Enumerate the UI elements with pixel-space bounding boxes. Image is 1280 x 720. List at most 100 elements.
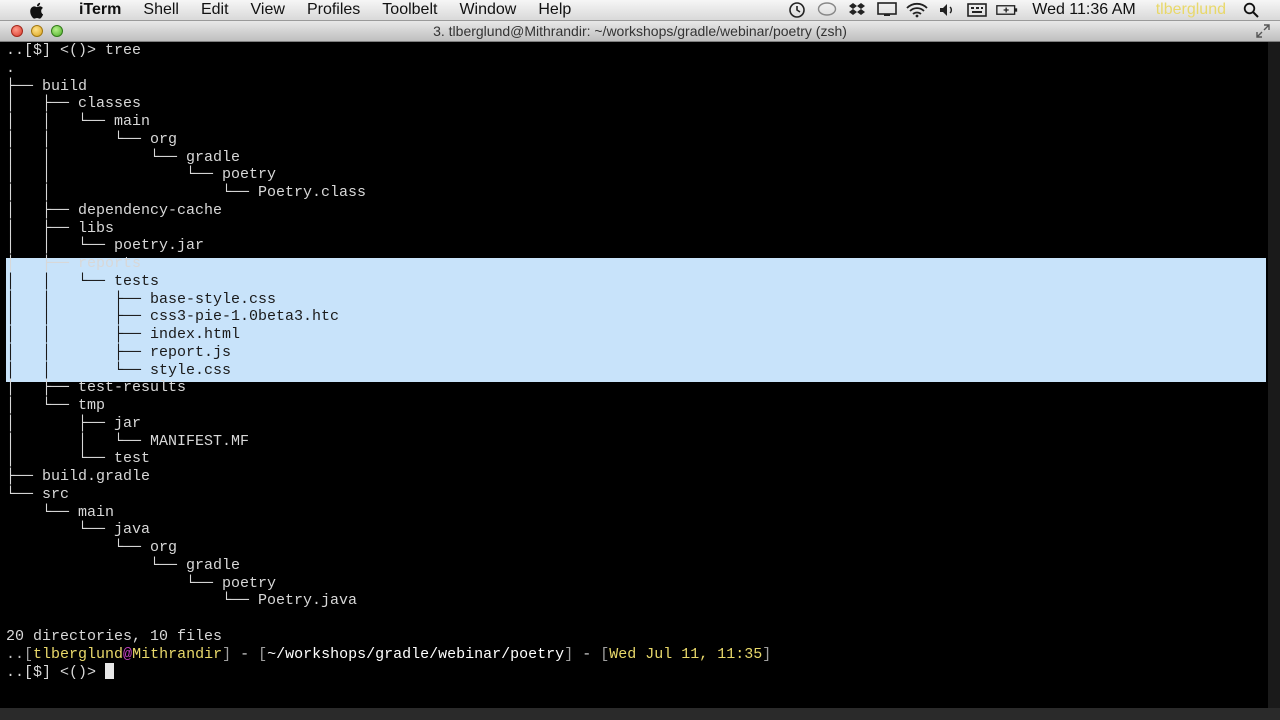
status-lead: .. [6,645,25,663]
tree-entry: │ │ └── style.css [6,361,232,379]
status-host: Mithrandir [132,645,223,663]
window-title-bar[interactable]: 3. tlberglund@Mithrandir: ~/workshops/gr… [0,21,1280,42]
status-path: ~/workshops/gradle/webinar/poetry [267,645,565,663]
tree-entry: │ │ ├── report.js [6,343,232,361]
spotlight-search-icon[interactable] [1240,1,1262,19]
tree-line: │ │ ├── css3-pie-1.0beta3.htc [6,308,339,326]
volume-icon[interactable] [936,1,958,19]
tree-line: │ ├── jar [6,415,141,433]
tree-line: └── poetry [6,575,276,593]
tree-entry: │ └── tmp [6,397,106,414]
tree-entry: │ │ └── main [6,113,151,130]
tree-line: └── java [6,521,150,539]
bracket: [ [258,645,268,663]
status-menus: Wed 11:36 AM tlberglund [782,0,1280,20]
tree-entry: └── gradle [6,556,241,574]
tree-entry: │ │ └── poetry.jar [6,237,205,255]
status-at: @ [123,645,133,663]
tree-line: │ ├── dependency-cache [6,202,222,220]
tree-line: └── org [6,539,177,557]
prompt-status-line: ..[tlberglund@Mithrandir] - [~/workshops… [6,646,771,664]
tree-line: │ │ └── style.css [6,362,231,380]
time-machine-icon[interactable] [786,1,808,19]
bracket: ] [762,645,772,663]
tree-entry: │ │ └── org [6,130,178,148]
menu-profiles[interactable]: Profiles [296,0,371,20]
tree-line: │ │ ├── index.html [6,326,240,344]
menu-help[interactable]: Help [527,0,582,20]
tree-summary: 20 directories, 10 files [6,628,222,646]
tree-entry: │ ├── classes [6,95,142,113]
tree-line: └── Poetry.java [6,592,357,610]
tree-line: │ │ └── main [6,113,150,131]
status-user: tlberglund [33,645,124,663]
menu-window[interactable]: Window [448,0,527,20]
terminal-view[interactable]: ..[$] <()> tree. ├── build │ ├── classes │ … [0,42,1280,708]
terminal-scrollbar[interactable] [1268,42,1280,708]
tree-line: │ └── test [6,450,150,468]
display-icon[interactable] [876,1,898,19]
menu-app-name[interactable]: iTerm [68,0,132,20]
status-date: Wed Jul 11, 11:35 [609,645,763,663]
tree-line: │ │ ├── base-style.css [6,291,276,309]
tree-entry: └── Poetry.java [6,592,358,610]
menu-toolbelt[interactable]: Toolbelt [371,0,448,20]
menu-bar: iTerm Shell Edit View Profiles Toolbelt … [0,0,1280,21]
menubar-clock[interactable]: Wed 11:36 AM [1022,0,1145,20]
command-line: ..[$] <()> tree [6,42,141,60]
tree-entry: └── java [6,521,151,539]
status-separator: - [231,645,259,663]
menu-view[interactable]: View [240,0,296,20]
window-bottom-edge [0,708,1280,720]
tree-line: │ └── tmp [6,397,105,415]
menubar-user[interactable]: tlberglund [1146,0,1236,20]
tree-entry: │ │ └── MANIFEST.MF [6,432,250,450]
tree-line: . [6,60,15,78]
menu-shell[interactable]: Shell [132,0,190,20]
bracket: ] [222,645,232,663]
tree-entry: └── poetry [6,574,277,592]
tree-line: └── gradle [6,557,240,575]
fullscreen-icon[interactable] [1256,24,1270,38]
tree-entry: │ │ ├── css3-pie-1.0beta3.htc [6,308,340,326]
apple-menu-icon[interactable] [26,1,46,19]
tree-line: │ │ └── MANIFEST.MF [6,433,249,451]
tree-line: │ │ └── tests [6,273,159,291]
summary-text: 20 directories, 10 files [6,627,223,645]
tree-line: │ │ └── gradle [6,149,240,167]
tree-line: │ │ ├── report.js [6,344,231,362]
tree-line: ├── build.gradle [6,468,150,486]
bracket: ] [564,645,574,663]
tree-entry: │ ├── reports [6,255,142,272]
tree-entry: │ │ └── gradle [6,148,241,166]
prompt: ..[$] <()> [6,664,106,682]
tree-entry: ├── build [6,77,88,95]
battery-icon[interactable] [996,1,1018,19]
tree-entry: └── src [6,485,70,503]
bracket: [ [24,645,34,663]
tree-entry: │ │ └── tests [6,272,160,290]
dropbox-icon[interactable] [846,1,868,19]
tree-line: │ │ └── poetry [6,166,276,184]
window-title: 3. tlberglund@Mithrandir: ~/workshops/gr… [433,23,847,39]
tree-line: │ ├── libs [6,220,114,238]
tree-line: └── main [6,504,114,522]
wifi-icon[interactable] [906,1,928,19]
tree-entry: . [6,59,16,77]
status-separator: - [573,645,601,663]
tree-entry: │ └── test [6,450,151,468]
tree-entry: └── org [6,539,178,556]
messages-icon[interactable] [816,1,838,19]
tree-entry: │ │ ├── base-style.css [6,290,277,308]
tree-entry: │ ├── test-results [6,379,187,397]
command-text: tree [105,42,142,59]
keyboard-icon[interactable] [966,1,988,19]
tree-line: │ │ └── poetry.jar [6,237,204,255]
text-cursor[interactable] [105,663,115,680]
tree-line: │ ├── reports [6,255,141,273]
tree-line: │ │ └── Poetry.class [6,184,366,202]
tree-line: ├── build [6,78,87,96]
tree-line: │ ├── test-results [6,379,186,397]
menu-edit[interactable]: Edit [190,0,240,20]
tree-entry: └── main [6,503,115,521]
